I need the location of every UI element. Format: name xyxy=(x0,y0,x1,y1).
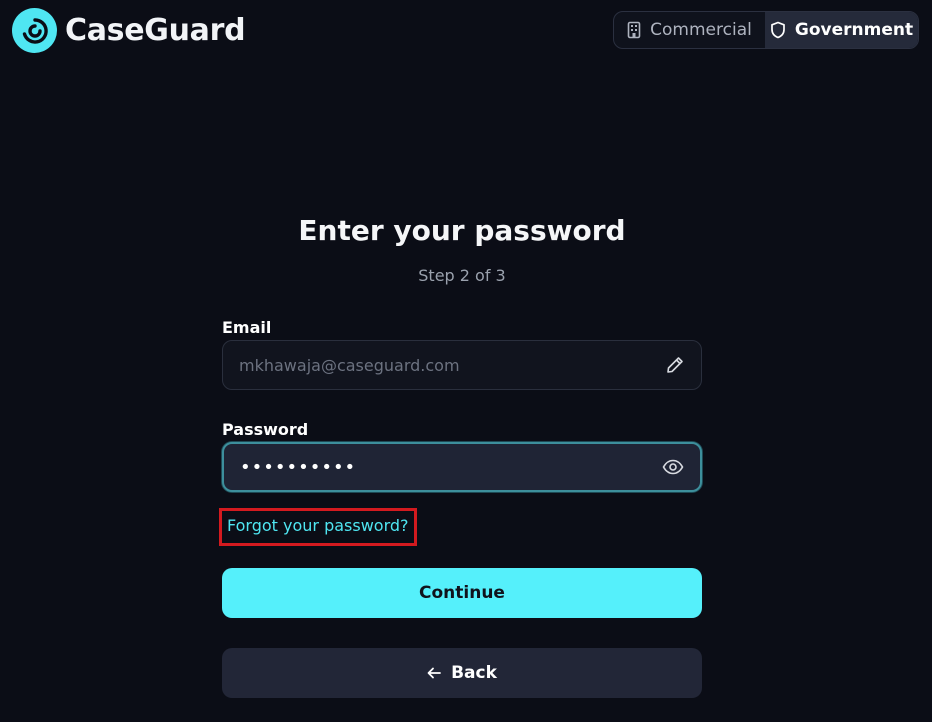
segment-toggle: Commercial Government xyxy=(613,11,919,49)
password-input[interactable]: •••••••••• xyxy=(222,442,702,492)
shield-icon xyxy=(770,21,786,39)
commercial-toggle-button[interactable]: Commercial xyxy=(614,12,765,48)
eye-icon[interactable] xyxy=(662,459,684,475)
government-toggle-button[interactable]: Government xyxy=(765,12,918,48)
pencil-icon[interactable] xyxy=(665,355,685,375)
password-value: •••••••••• xyxy=(240,456,357,478)
back-button[interactable]: Back xyxy=(222,648,702,698)
brand-name: CaseGuard xyxy=(65,13,246,48)
building-icon xyxy=(627,21,641,39)
email-value: mkhawaja@caseguard.com xyxy=(239,355,460,375)
login-page: CaseGuard Commercial Government Enter yo… xyxy=(0,0,932,722)
forgot-password-link[interactable]: Forgot your password? xyxy=(227,516,409,535)
page-title: Enter your password xyxy=(298,214,626,247)
email-field: mkhawaja@caseguard.com xyxy=(222,340,702,390)
continue-label: Continue xyxy=(419,583,505,603)
brand-logo[interactable]: CaseGuard xyxy=(12,8,246,53)
step-indicator: Step 2 of 3 xyxy=(418,266,506,285)
government-label: Government xyxy=(794,20,914,40)
back-label: Back xyxy=(451,663,497,683)
arrow-left-icon xyxy=(427,667,441,679)
swirl-logo-icon xyxy=(12,8,57,53)
commercial-label: Commercial xyxy=(650,20,752,40)
email-label: Email xyxy=(222,318,272,337)
continue-button[interactable]: Continue xyxy=(222,568,702,618)
password-label: Password xyxy=(222,420,309,439)
